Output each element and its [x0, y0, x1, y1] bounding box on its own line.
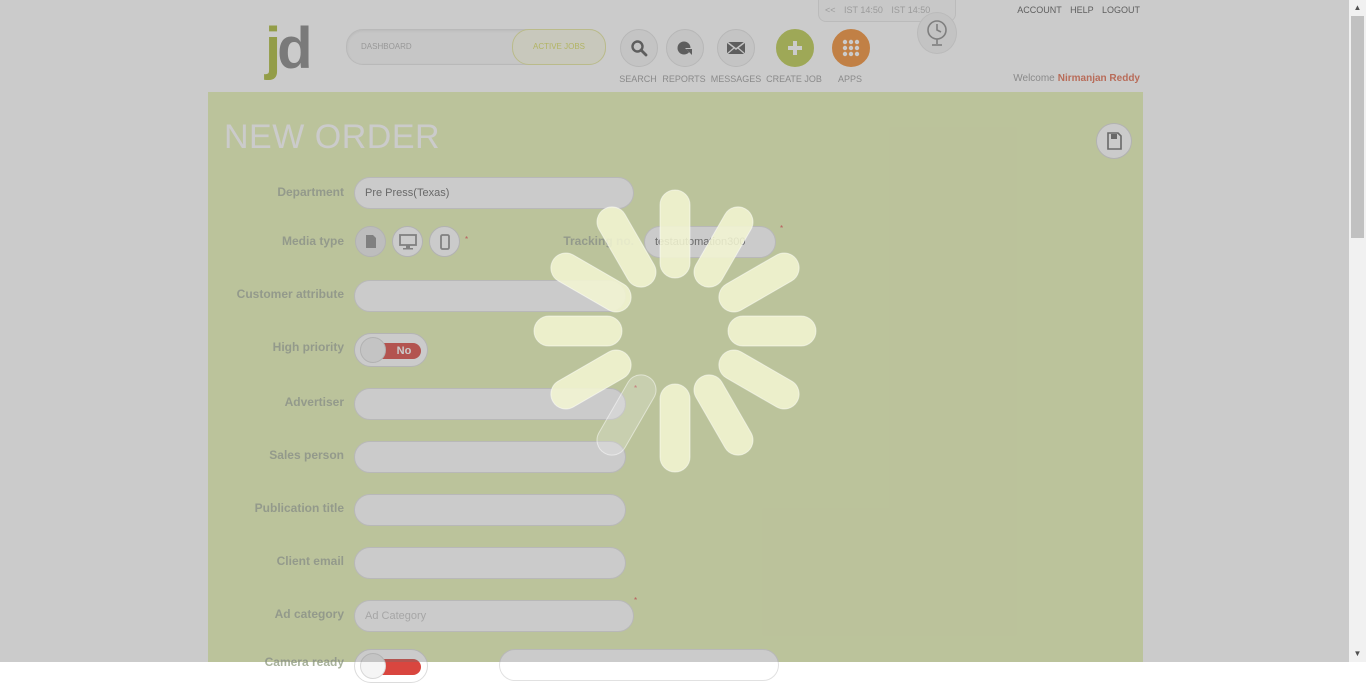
scroll-down-arrow-icon[interactable]: ▼ — [1349, 646, 1366, 662]
loading-spinner-icon — [533, 189, 817, 473]
page-scrollbar[interactable]: ▲ ▼ — [1349, 0, 1366, 662]
spinner-petal — [727, 315, 817, 347]
scrollbar-thumb[interactable] — [1351, 16, 1364, 238]
spinner-petal — [533, 315, 623, 347]
scroll-up-arrow-icon[interactable]: ▲ — [1349, 0, 1366, 16]
spinner-petal — [659, 189, 691, 279]
spinner-petal — [659, 383, 691, 473]
